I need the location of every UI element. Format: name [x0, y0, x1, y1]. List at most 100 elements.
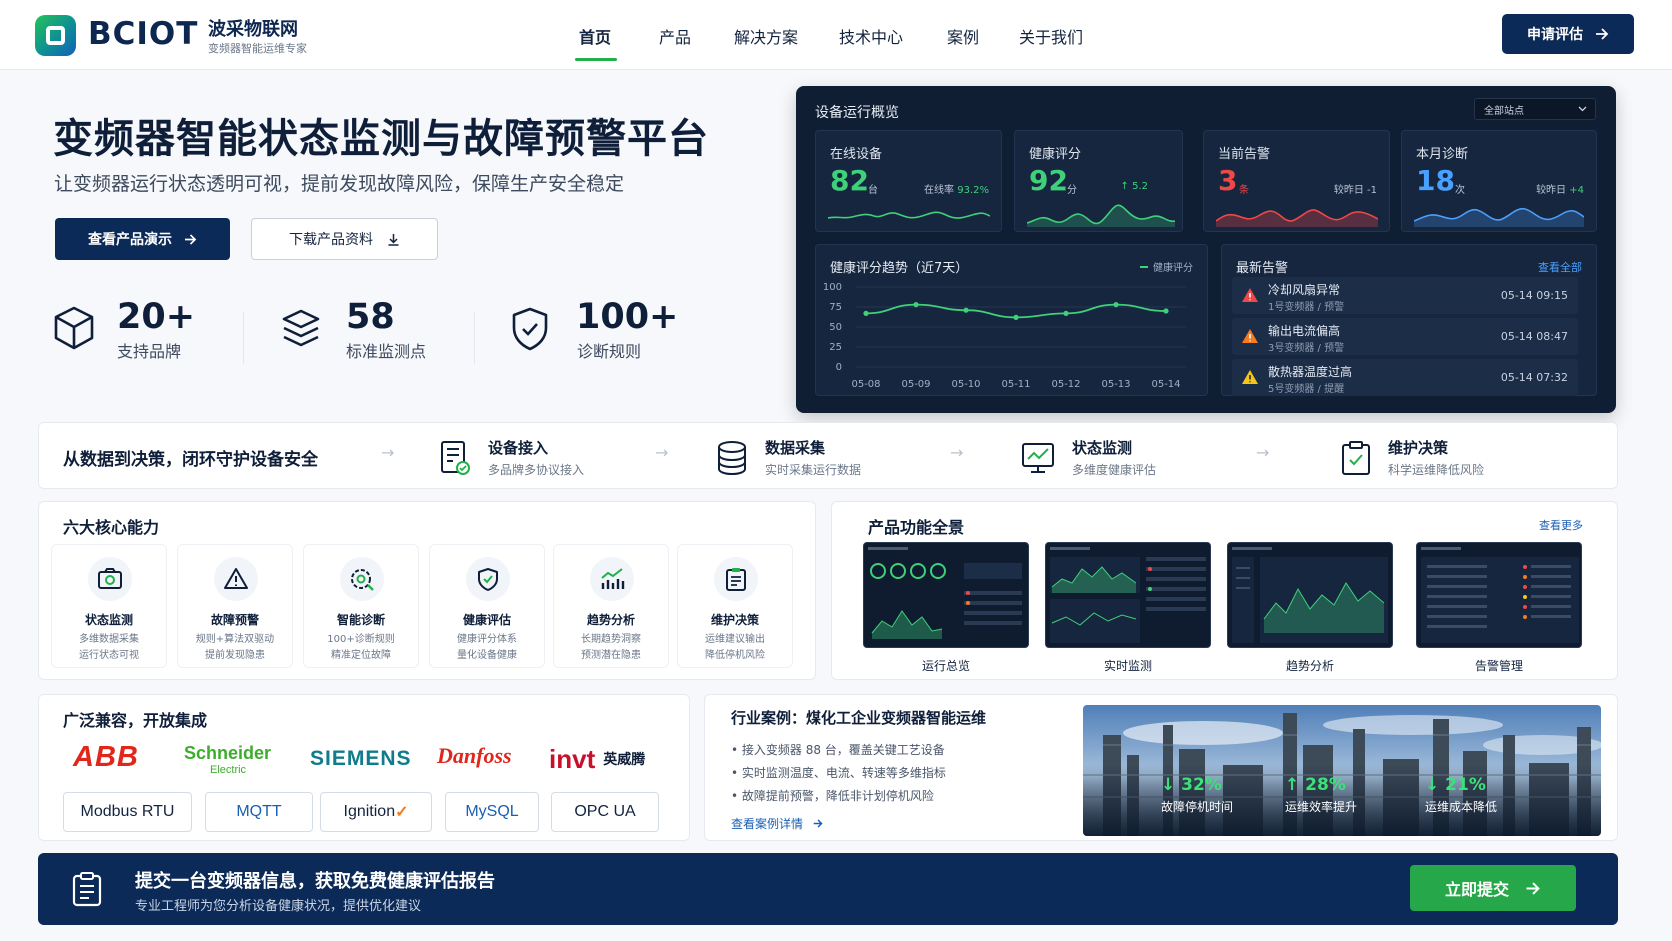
nav-active-indicator	[575, 58, 617, 61]
flow-title: 从数据到决策，闭环守护设备安全	[63, 450, 318, 470]
screenshot-trend[interactable]	[1227, 542, 1393, 648]
capability-desc: 提前发现隐患	[205, 650, 265, 661]
data-point	[963, 307, 969, 313]
alert-source: 5号变频器 / 提醒	[1268, 384, 1345, 395]
data-point	[863, 310, 869, 316]
screenshot-realtime[interactable]	[1045, 542, 1211, 648]
kpi-current-alerts[interactable]: 当前告警 3 条 较昨日 -1	[1203, 130, 1390, 232]
closed-loop-flow: 从数据到决策，闭环守护设备安全 → 设备接入 多品牌多协议接入 → 数据采集 实时采…	[38, 422, 1618, 489]
brand-name[interactable]: BCIOT	[88, 16, 198, 52]
capability-desc: 长期趋势洞察	[581, 634, 641, 645]
arrow-right-icon: →	[1256, 443, 1270, 462]
view-all-alerts-link[interactable]: 查看全部	[1538, 259, 1582, 275]
site-select-value: 全部站点	[1484, 105, 1524, 117]
stat-points-value: 58	[346, 297, 395, 337]
alert-time: 05-14 09:15	[1500, 289, 1568, 302]
kpi-side-label: 较昨日 -1	[1333, 185, 1377, 196]
capability-card[interactable]: 维护决策 运维建议输出 降低停机风险	[677, 544, 793, 668]
capability-card[interactable]: 智能诊断 100+诊断规则 精准定位故障	[303, 544, 419, 668]
y-tick-label: 100	[823, 282, 842, 293]
industry-case-section: 行业案例：煤化工企业变频器智能运维 • 接入变频器 88 台，覆盖关键工艺设备 …	[704, 694, 1618, 841]
flow-step-name: 设备接入	[488, 439, 549, 457]
case-detail-link[interactable]: 查看案例详情	[731, 815, 823, 832]
apply-assessment-button[interactable]: 申请评估	[1502, 14, 1634, 54]
x-tick-label: 05-09	[901, 379, 930, 390]
arrow-right-icon	[184, 233, 197, 245]
nav-cases[interactable]: 案例	[947, 24, 979, 48]
capability-desc: 量化设备健康	[457, 650, 517, 661]
metric-arrow: ↑	[1285, 775, 1300, 795]
kpi-health-score[interactable]: 健康评分 92 分 ↑ 5.2	[1014, 130, 1183, 232]
trend-legend: 健康评分	[1140, 259, 1193, 274]
capability-desc: 健康评分体系	[457, 634, 517, 645]
invt-wordmark: invt	[549, 743, 596, 774]
capability-name: 趋势分析	[586, 613, 635, 627]
capability-card[interactable]: 趋势分析 长期趋势洞察 预测潜在隐患	[553, 544, 669, 668]
top-header: BCIOT 波采物联网 变频器智能运维专家 首页 产品 解决方案 技术中心 案例…	[0, 0, 1672, 70]
capability-desc: 规则+算法双驱动	[195, 634, 275, 645]
alert-row[interactable]: 输出电流偏高 3号变频器 / 预警 05-14 08:47	[1232, 318, 1578, 355]
stat-rules-label: 诊断规则	[577, 342, 642, 361]
x-tick-label: 05-13	[1101, 379, 1130, 390]
capability-card[interactable]: 健康评估 健康评分体系 量化设备健康	[429, 544, 545, 668]
cube-icon	[53, 305, 95, 351]
kpi-side-label: ↑	[1120, 181, 1129, 192]
capability-desc: 100+诊断规则	[327, 634, 395, 645]
clipboard-check-icon	[1342, 440, 1370, 475]
download-brochure-button[interactable]: 下载产品资料	[251, 218, 438, 260]
view-demo-button[interactable]: 查看产品演示	[55, 218, 230, 260]
kpi-value: 82	[830, 164, 869, 197]
invt-logo: invt 英威腾	[549, 741, 645, 777]
view-more-link[interactable]: 查看更多	[1539, 517, 1583, 533]
screenshot-alarm[interactable]	[1416, 542, 1582, 648]
capability-name: 状态监测	[84, 613, 133, 627]
capability-card[interactable]: 状态监测 多维数据采集 运行状态可视	[51, 544, 167, 668]
stat-brands-value: 20+	[117, 297, 196, 337]
kpi-sparkline	[1027, 204, 1175, 227]
metric-arrow: ↓	[1425, 775, 1440, 795]
nav-tech-center[interactable]: 技术中心	[839, 24, 903, 48]
case-bullet: • 实时监测温度、电流、转速等多维指标	[731, 766, 946, 780]
hero-subtitle: 让变频器运行状态透明可视，提前发现故障风险，保障生产安全稳定	[54, 173, 625, 195]
kpi-side-label: 较昨日	[1536, 185, 1567, 196]
x-tick-label: 05-10	[951, 379, 980, 390]
alert-row[interactable]: 散热器温度过高 5号变频器 / 提醒 05-14 07:32	[1232, 359, 1578, 396]
kpi-monthly-diagnosis[interactable]: 本月诊断 18 次 较昨日 +4	[1401, 130, 1597, 232]
capability-card[interactable]: 故障预警 规则+算法双驱动 提前发现隐患	[177, 544, 293, 668]
arrow-right-icon: →	[655, 443, 669, 462]
metric-value: 28%	[1305, 775, 1346, 795]
nav-solutions[interactable]: 解决方案	[734, 24, 798, 48]
alert-time: 05-14 08:47	[1500, 330, 1568, 343]
capability-desc: 多维数据采集	[79, 634, 139, 645]
metric-cost: ↓ 21% 运维成本降低	[1425, 775, 1497, 815]
nav-products[interactable]: 产品	[659, 24, 691, 48]
alert-source: 1号变频器 / 预警	[1268, 302, 1345, 313]
screenshot-overview[interactable]	[863, 542, 1029, 648]
database-icon	[718, 440, 746, 475]
capabilities-title: 六大核心能力	[63, 518, 160, 537]
site-select[interactable]: 全部站点	[1474, 98, 1596, 120]
download-label: 下载产品资料	[289, 232, 373, 248]
alert-row[interactable]: 冷却风扇异常 1号变频器 / 预警 05-14 09:15	[1232, 277, 1578, 314]
protocol-chip: MQTT	[205, 792, 313, 832]
alerts-title: 最新告警	[1236, 261, 1289, 276]
metric-label: 故障停机时间	[1161, 800, 1234, 814]
stat-rules-value: 100+	[576, 297, 679, 337]
free-assessment-cta: 提交一台变频器信息，获取免费健康评估报告 专业工程师为您分析设备健康状况，提供优…	[38, 853, 1618, 925]
logo-icon[interactable]	[35, 15, 76, 56]
layers-icon	[281, 308, 321, 350]
arrow-right-icon	[813, 819, 823, 828]
nav-about[interactable]: 关于我们	[1019, 24, 1083, 48]
alert-title: 散热器温度过高	[1268, 365, 1353, 379]
submit-now-button[interactable]: 立即提交	[1410, 865, 1576, 911]
view-demo-label: 查看产品演示	[88, 232, 172, 248]
cta-title: 提交一台变频器信息，获取免费健康评估报告	[135, 871, 495, 892]
overview-title: 产品功能全景	[868, 518, 965, 537]
screenshot-label: 告警管理	[1474, 659, 1523, 673]
kpi-online-devices[interactable]: 在线设备 82 台 在线率 93.2%	[815, 130, 1002, 232]
core-capabilities-section: 六大核心能力 状态监测 多维数据采集 运行状态可视 故障预警 规则+算法双驱动 …	[38, 501, 816, 680]
x-tick-label: 05-11	[1001, 379, 1030, 390]
device-list-icon	[441, 440, 470, 475]
chevron-down-icon	[1578, 106, 1587, 112]
nav-home[interactable]: 首页	[579, 24, 611, 48]
